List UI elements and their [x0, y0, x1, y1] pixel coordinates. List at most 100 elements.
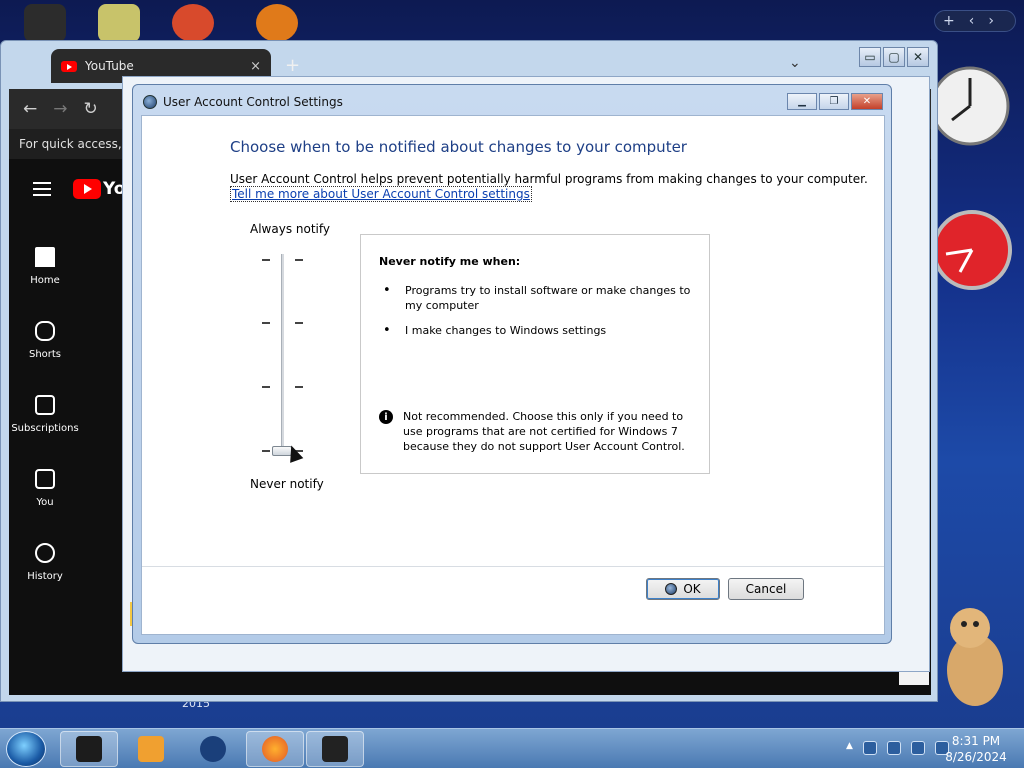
- desktop-icon-3[interactable]: [172, 4, 214, 42]
- slider-tick: [295, 386, 303, 388]
- setting-description-panel: Never notify me when: Programs try to in…: [360, 234, 710, 474]
- sidebar-item-label: You: [36, 496, 54, 508]
- taskbar-clock[interactable]: 8:31 PM 8/26/2024: [944, 733, 1008, 765]
- info-icon: i: [379, 410, 393, 424]
- gopher-mascot-gadget: [947, 608, 1003, 706]
- youtube-sidebar: Home Shorts Subscriptions You History: [9, 229, 81, 599]
- new-tab-button[interactable]: +: [285, 55, 300, 76]
- slider-tick: [262, 386, 270, 388]
- sidebar-gadget-controls[interactable]: + ‹ ›: [934, 10, 1016, 32]
- browser-window-controls: ▭ ▢ ✕: [859, 47, 929, 67]
- add-gadget-icon[interactable]: +: [943, 13, 955, 29]
- subscriptions-icon: [35, 394, 55, 415]
- admin-shield-icon: [665, 583, 678, 595]
- sidebar-item-subscriptions[interactable]: Subscriptions: [9, 377, 81, 451]
- list-item: Programs try to install software or make…: [379, 283, 699, 313]
- list-item: I make changes to Windows settings: [379, 323, 699, 338]
- desktop-icon-1[interactable]: [24, 4, 66, 42]
- slider-tick: [262, 259, 270, 261]
- warning-note-text: Not recommended. Choose this only if you…: [403, 410, 685, 453]
- dialog-restore-button[interactable]: ❐: [819, 93, 849, 110]
- start-button[interactable]: [6, 731, 46, 767]
- taskbar-item-3[interactable]: [184, 731, 242, 767]
- description-text: User Account Control helps prevent poten…: [230, 172, 868, 186]
- close-window-button[interactable]: ✕: [907, 47, 929, 67]
- slider-tick: [262, 450, 270, 452]
- firefox-icon: [262, 736, 288, 762]
- youtube-header: Yo: [33, 179, 125, 199]
- app-icon: [76, 736, 102, 762]
- close-tab-icon[interactable]: ×: [250, 59, 261, 74]
- tab-title: YouTube: [85, 59, 134, 73]
- panel-bullet-list: Programs try to install software or make…: [379, 283, 699, 348]
- sidebar-item-history[interactable]: History: [9, 525, 81, 599]
- slider-tick: [295, 259, 303, 261]
- tray-icon-2[interactable]: [886, 741, 901, 755]
- uac-shield-icon: [143, 95, 157, 109]
- desktop-icon-4[interactable]: [256, 4, 298, 42]
- forward-icon[interactable]: →: [53, 99, 67, 119]
- taskbar: ▲ 8:31 PM 8/26/2024: [0, 728, 1024, 768]
- desktop-icon-2[interactable]: [98, 4, 140, 42]
- system-tray: ▲: [846, 741, 949, 755]
- sidebar-item-label: History: [27, 570, 63, 582]
- taskbar-item-1[interactable]: [60, 731, 118, 767]
- cancel-button[interactable]: Cancel: [728, 578, 804, 600]
- prev-gadget-icon[interactable]: ‹: [969, 13, 975, 29]
- divider: [142, 566, 884, 567]
- tray-expand-icon[interactable]: ▲: [846, 741, 853, 755]
- media-player-icon: [138, 736, 164, 762]
- tab-list-chevron-icon[interactable]: ⌄: [789, 55, 801, 71]
- tray-icon-1[interactable]: [862, 741, 877, 755]
- youtube-favicon-icon: [61, 60, 77, 72]
- taskbar-item-5[interactable]: [306, 731, 364, 767]
- sidebar-item-label: Subscriptions: [11, 422, 79, 434]
- dialog-close-button[interactable]: ✕: [851, 93, 883, 110]
- sidebar-item-you[interactable]: You: [9, 451, 81, 525]
- slider-bottom-label: Never notify: [250, 477, 324, 491]
- globe-icon: [200, 736, 226, 762]
- notification-slider-track[interactable]: [281, 254, 284, 454]
- slider-tick: [262, 322, 270, 324]
- dialog-title: User Account Control Settings: [163, 95, 343, 109]
- panel-heading: Never notify me when:: [379, 255, 521, 268]
- youtube-logo-icon: [73, 179, 101, 199]
- sidebar-item-label: Shorts: [28, 348, 62, 360]
- clock-gadget-white: [930, 66, 1010, 146]
- hamburger-menu-icon[interactable]: [33, 182, 51, 196]
- taskbar-item-firefox[interactable]: [246, 731, 304, 767]
- history-icon: [35, 542, 55, 563]
- window-app-icon: [322, 736, 348, 762]
- slider-tick: [295, 322, 303, 324]
- youtube-logo[interactable]: Yo: [73, 179, 125, 199]
- dialog-window-controls: ▁ ❐ ✕: [787, 93, 883, 110]
- uac-settings-dialog: User Account Control Settings ▁ ❐ ✕ Choo…: [132, 84, 892, 644]
- slider-top-label: Always notify: [250, 222, 330, 236]
- shorts-icon: [35, 320, 55, 341]
- cancel-button-label: Cancel: [745, 582, 787, 596]
- reload-icon[interactable]: ↻: [84, 99, 98, 119]
- home-icon: [35, 246, 55, 267]
- minimize-button[interactable]: ▭: [859, 47, 881, 67]
- sidebar-item-shorts[interactable]: Shorts: [9, 303, 81, 377]
- maximize-button[interactable]: ▢: [883, 47, 905, 67]
- clock-time: 8:31 PM: [951, 734, 1001, 748]
- page-title: Choose when to be notified about changes…: [230, 138, 687, 156]
- clock-date: 8/26/2024: [945, 750, 1007, 764]
- mouse-cursor-icon: [284, 443, 304, 463]
- network-icon[interactable]: [910, 741, 925, 755]
- ok-button-label: OK: [683, 582, 701, 596]
- sidebar-item-label: Home: [30, 274, 60, 286]
- next-gadget-icon[interactable]: ›: [988, 13, 994, 29]
- clock-gadget-red: [932, 210, 1012, 290]
- sidebar-item-home[interactable]: Home: [9, 229, 81, 303]
- taskbar-item-2[interactable]: [122, 731, 180, 767]
- ok-button[interactable]: OK: [646, 578, 720, 600]
- you-icon: [35, 468, 55, 489]
- back-icon[interactable]: ←: [23, 99, 37, 119]
- dialog-titlebar: User Account Control Settings: [143, 95, 343, 109]
- dialog-minimize-button[interactable]: ▁: [787, 93, 817, 110]
- dialog-content: Choose when to be notified about changes…: [141, 115, 885, 635]
- learn-more-link[interactable]: Tell me more about User Account Control …: [230, 186, 532, 202]
- warning-note: i Not recommended. Choose this only if y…: [379, 409, 699, 454]
